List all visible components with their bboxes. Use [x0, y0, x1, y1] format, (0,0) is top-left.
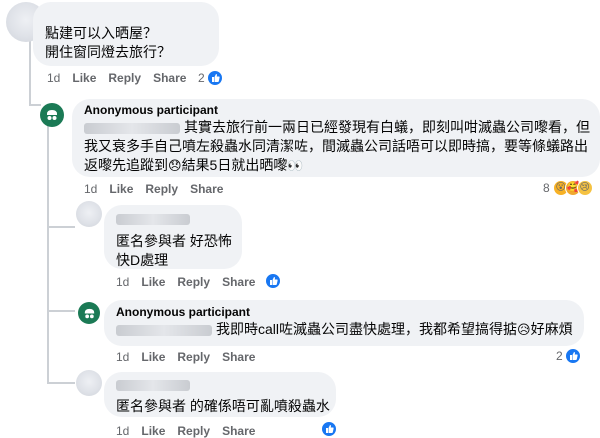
reaction-count: 2 — [198, 71, 205, 85]
thread-line-branch-2 — [47, 310, 75, 312]
timestamp-link[interactable]: 1d — [116, 275, 129, 289]
comment-actions: 1d Like Reply Share — [116, 275, 267, 289]
comment-bubble: 匿名參與者 好恐怖 快D處理 — [104, 205, 242, 269]
anonymous-icon — [47, 110, 57, 120]
comment-author[interactable]: Anonymous participant — [116, 305, 572, 320]
reaction-summary[interactable]: 8 😮 🥰 😢 — [543, 180, 593, 196]
timestamp-link[interactable]: 1d — [47, 71, 60, 85]
share-button[interactable]: Share — [153, 71, 186, 85]
like-button[interactable]: Like — [109, 182, 133, 196]
share-button[interactable]: Share — [222, 350, 255, 364]
share-button[interactable]: Share — [222, 424, 255, 438]
reaction-summary[interactable]: 2 — [556, 348, 581, 364]
eyes-icon: 👀 — [287, 158, 304, 173]
blurred-mention — [84, 122, 180, 134]
anonymous-avatar[interactable] — [40, 103, 64, 127]
comment-actions: 1d Like Reply Share — [116, 350, 267, 364]
comment-text-line: 我又衰多手自己噴左殺蟲水同清潔咗，間滅蟲公司話唔可以即時搞，要等條蟻路出 — [84, 138, 588, 154]
anonymous-icon — [84, 308, 94, 318]
reaction-count: 2 — [556, 349, 563, 363]
comment-text-line: 點建可以入晒屋？ — [45, 25, 157, 41]
blurred-author-name — [116, 377, 324, 395]
reply-button[interactable]: Reply — [177, 424, 210, 438]
reaction-count: 8 — [543, 181, 550, 195]
anonymous-avatar[interactable] — [78, 302, 100, 324]
comment-text-line: 返嚟先追蹤到😞結果5日就出晒嚟👀 — [84, 157, 304, 173]
thread-line-branch-1 — [47, 226, 75, 228]
comment-text-line: 其實去旅行前一兩日已經發現有白蟻，即刻叫咁滅蟲公司嚟看，但 — [84, 118, 590, 137]
like-icon — [265, 273, 281, 289]
comment-bubble: 點建可以入晒屋？ 開住窗同燈去旅行？ — [33, 2, 219, 66]
timestamp-link[interactable]: 1d — [116, 350, 129, 364]
reaction-summary[interactable]: 2 — [198, 70, 223, 86]
comment-text-line: 匿名參與者 好恐怖 — [116, 233, 232, 249]
comment-text-line: 我即時call咗滅蟲公司盡快處理，我都希望搞得掂😥好麻煩 — [116, 320, 573, 339]
avatar[interactable] — [76, 370, 102, 396]
comment-text-line: 匿名參與者 的確係唔可亂噴殺蟲水 — [116, 398, 330, 414]
comment-actions: 1d Like Reply Share — [84, 182, 235, 196]
timestamp-link[interactable]: 1d — [84, 182, 97, 196]
like-icon — [206, 70, 223, 86]
reaction-summary[interactable] — [265, 273, 281, 289]
avatar[interactable] — [76, 201, 102, 227]
like-button[interactable]: Like — [141, 275, 165, 289]
reply-button[interactable]: Reply — [177, 275, 210, 289]
thread-line-main — [29, 40, 31, 106]
comment-author[interactable]: Anonymous participant — [84, 103, 588, 118]
blurred-mention — [116, 324, 212, 336]
comment-text-line: 開住窗同燈去旅行？ — [45, 44, 171, 60]
like-icon — [564, 348, 581, 364]
blurred-author-name — [116, 211, 230, 229]
comment-bubble: Anonymous participant 我即時call咗滅蟲公司盡快處理，我… — [104, 300, 584, 346]
like-button[interactable]: Like — [72, 71, 96, 85]
like-button[interactable]: Like — [141, 424, 165, 438]
sad-face-icon: 😥 — [517, 322, 531, 337]
sad-icon: 😢 — [576, 180, 593, 196]
comment-bubble: 匿名參與者 的確係唔可亂噴殺蟲水 — [104, 372, 336, 417]
comment-text-line: 快D處理 — [116, 252, 169, 268]
reply-button[interactable]: Reply — [108, 71, 141, 85]
sad-face-icon: 😞 — [168, 158, 182, 173]
comment-actions: 1d Like Reply Share — [47, 71, 198, 85]
share-button[interactable]: Share — [222, 275, 255, 289]
thread-line-branch-3 — [47, 382, 75, 384]
like-button[interactable]: Like — [141, 350, 165, 364]
comment-bubble: Anonymous participant 其實去旅行前一兩日已經發現有白蟻，即… — [72, 99, 600, 177]
reply-button[interactable]: Reply — [145, 182, 178, 196]
share-button[interactable]: Share — [190, 182, 223, 196]
reply-button[interactable]: Reply — [177, 350, 210, 364]
thread-line-curve — [29, 104, 41, 106]
comment-actions: 1d Like Reply Share — [116, 424, 267, 438]
timestamp-link[interactable]: 1d — [116, 424, 129, 438]
thread-line-nested — [47, 124, 49, 384]
